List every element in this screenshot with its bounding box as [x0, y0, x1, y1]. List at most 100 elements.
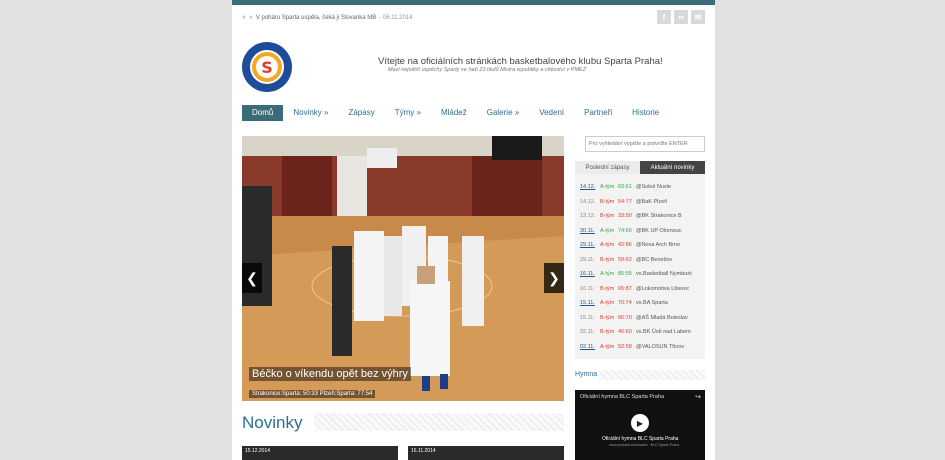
result-team: A-tým: [600, 300, 615, 307]
tab-current-news[interactable]: Aktuální novinky: [640, 161, 705, 174]
result-row[interactable]: 16.11. B-tým 65:87 @Lokomotiva Liberec: [575, 282, 705, 297]
result-opponent: vs.BK Ústí nad Labem: [636, 329, 691, 336]
result-score: 65:87: [618, 285, 632, 292]
result-team: A-tým: [600, 271, 615, 278]
slider-caption-title[interactable]: Béčko o víkendu opět bez výhry: [249, 367, 411, 381]
result-score: 42:86: [618, 242, 632, 249]
result-date: 02.11.: [580, 343, 595, 350]
slider-next-button[interactable]: ❯: [544, 263, 564, 293]
nav-item-matches[interactable]: Zápasy: [338, 105, 384, 121]
result-team: A-tým: [600, 343, 615, 350]
result-score: 40:60: [618, 329, 632, 336]
ticker-prev-icon[interactable]: «: [242, 14, 246, 21]
ticker-date: - 06.11.2014: [379, 14, 413, 21]
result-opponent: @Nova Arch Brno: [636, 242, 681, 249]
ticker-next-icon[interactable]: »: [249, 14, 253, 21]
nav-item-news[interactable]: Novinky »: [283, 105, 338, 121]
news-heading-stripe: [314, 413, 564, 431]
club-logo[interactable]: S: [242, 42, 292, 92]
result-row[interactable]: 15.11. A-tým 70:74 vs.BA Sparta: [575, 296, 705, 311]
result-date: 14.12.: [580, 184, 596, 191]
news-card[interactable]: 15.12.2014: [242, 446, 398, 460]
result-date: 15.11.: [580, 314, 595, 321]
result-date: 30.11.: [580, 227, 595, 234]
results-list: 14.12. A-tým 83:61 @Sokol Nusle 14.12. B-tým 5…: [575, 174, 705, 359]
result-team: A-tým: [600, 242, 615, 249]
search-input[interactable]: Pro vyhledání vypište a potvrďte ENTER: [585, 136, 705, 152]
result-row[interactable]: 13.12. B-tým 33:50 @BK Strakonice B: [575, 209, 705, 224]
result-team: B-tým: [600, 314, 615, 321]
news-card[interactable]: 16.11.2014: [408, 446, 564, 460]
result-opponent: @VALOSUN Třinov: [636, 343, 685, 350]
result-row[interactable]: 30.11. A-tým 74:66 @BK UP Olomouc: [575, 224, 705, 239]
result-opponent: @Sokol Nusle: [636, 184, 671, 191]
result-opponent: vs.Basketball Nymburk: [636, 271, 692, 278]
news-heading: Novinky: [242, 413, 303, 432]
nav-item-teams[interactable]: Týmy »: [385, 105, 431, 121]
mail-icon[interactable]: ✉: [691, 10, 705, 24]
video-title[interactable]: Oficiální hymna BLC Sparta Praha: [580, 394, 664, 400]
result-team: B-tým: [600, 213, 615, 220]
slider-photo: [242, 136, 564, 401]
result-score: 59:62: [618, 256, 632, 263]
result-opponent: @Lokomotiva Liberec: [636, 285, 690, 292]
video-subtitle: Oficiální hymna BLC Sparta Praha: [602, 436, 679, 442]
anthem-video[interactable]: Oficiální hymna BLC Sparta Praha ↪ ▶ Ofi…: [575, 390, 705, 460]
logo-ring: S: [250, 50, 284, 84]
news-ticker: « » V poháru Sparta uspěla, čeká ji Slov…: [242, 14, 412, 21]
welcome-subtitle: Mezi největší úspěchy Sparty se řadí 23 …: [388, 67, 587, 73]
result-team: B-tým: [600, 256, 615, 263]
video-caption: www.youtube.com/watch · BLC Sparta Praha: [609, 443, 680, 447]
result-team: A-tým: [600, 184, 615, 191]
slider-caption[interactable]: Béčko o víkendu opět bez výhry Strakonic…: [249, 364, 411, 400]
top-accent-bar: [232, 0, 715, 5]
tab-recent-matches[interactable]: Poslední zápasy: [575, 161, 640, 174]
result-row[interactable]: 14.12. B-tým 54:77 @BaK Plzeň: [575, 195, 705, 210]
nav-item-partners[interactable]: Partneři: [574, 105, 622, 121]
result-opponent: @BK Strakonice B: [636, 213, 682, 220]
result-opponent: @BK UP Olomouc: [636, 227, 682, 234]
nav-item-youth[interactable]: Mládež: [431, 105, 477, 121]
result-row[interactable]: 29.11. A-tým 42:86 @Nova Arch Brno: [575, 238, 705, 253]
facebook-icon[interactable]: f: [657, 10, 671, 24]
result-opponent: @BaK Plzeň: [636, 198, 668, 205]
news-card-date: 16.11.2014: [411, 448, 436, 454]
result-score: 85:55: [618, 271, 632, 278]
result-date: 14.12.: [580, 198, 596, 205]
nav-item-management[interactable]: Vedení: [529, 105, 574, 121]
result-team: B-tým: [600, 198, 615, 205]
result-row[interactable]: 15.11. B-tým 66:70 @AŠ Mladá Boleslav: [575, 311, 705, 326]
slider-prev-button[interactable]: ❮: [242, 263, 262, 293]
result-row[interactable]: 29.11. B-tým 59:62 @BC Benešov: [575, 253, 705, 268]
anthem-heading-stripe: [599, 370, 705, 380]
result-score: 54:77: [618, 198, 632, 205]
logo-letter: S: [256, 56, 278, 78]
page: « » V poháru Sparta uspěla, čeká ji Slov…: [232, 0, 715, 460]
result-row[interactable]: 16.11. A-tým 85:55 vs.Basketball Nymburk: [575, 267, 705, 282]
result-date: 16.11.: [580, 271, 595, 278]
share-icon[interactable]: ↪: [695, 393, 701, 401]
result-opponent: vs.BA Sparta: [636, 300, 668, 307]
play-icon[interactable]: ▶: [631, 414, 649, 432]
result-row[interactable]: 14.12. A-tým 83:61 @Sokol Nusle: [575, 180, 705, 195]
nav-item-gallery[interactable]: Galerie »: [477, 105, 529, 121]
sidebar-tabs: Poslední zápasy Aktuální novinky: [575, 161, 705, 174]
result-date: 15.11.: [580, 300, 595, 307]
result-date: 29.11.: [580, 242, 595, 249]
welcome-heading: Vítejte na oficiálních stránkách basketb…: [378, 56, 663, 67]
anthem-heading: Hymna: [575, 371, 598, 378]
result-team: B-tým: [600, 329, 615, 336]
result-row[interactable]: 02.11. A-tým 52:58 @VALOSUN Třinov: [575, 340, 705, 355]
social-links: f •• ✉: [657, 10, 705, 24]
result-score: 83:61: [618, 184, 632, 191]
ticker-link[interactable]: V poháru Sparta uspěla, čeká ji Slovanka…: [256, 15, 376, 21]
result-team: B-tým: [600, 285, 615, 292]
result-row[interactable]: 02.11. B-tým 40:60 vs.BK Ústí nad Labem: [575, 325, 705, 340]
result-score: 70:74: [618, 300, 632, 307]
photo-slider[interactable]: ❮ ❯ Béčko o víkendu opět bez výhry Strak…: [242, 136, 564, 401]
news-card-date: 15.12.2014: [245, 448, 271, 454]
flickr-icon[interactable]: ••: [674, 10, 688, 24]
nav-item-history[interactable]: Historie: [622, 105, 669, 121]
result-date: 02.11.: [580, 329, 595, 336]
nav-item-home[interactable]: Domů: [242, 105, 284, 121]
